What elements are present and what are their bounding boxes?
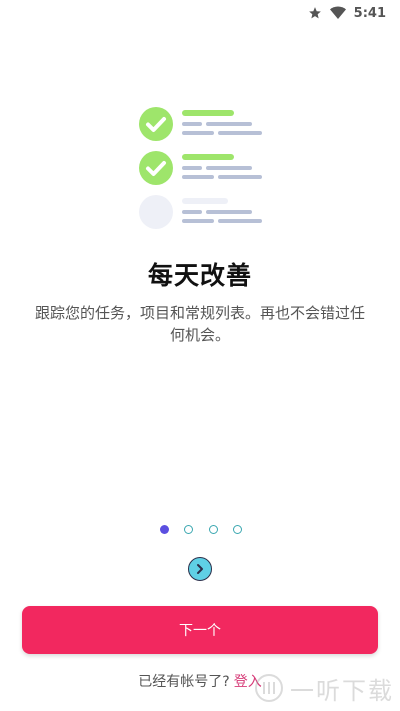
checklist-row-completed — [136, 104, 266, 142]
page-indicator — [160, 523, 242, 535]
watermark: 一听下载 — [254, 671, 394, 705]
next-arrow-button[interactable] — [188, 557, 212, 581]
page-description: 跟踪您的任务，项目和常规列表。再也不会错过任何机会。 — [34, 304, 365, 344]
onboarding-screen: 5:41 每天改善 跟踪您的任务，项目和常规列表。再也不会错过任何机会。 下一个… — [0, 0, 400, 711]
checklist-row-completed — [136, 148, 266, 186]
next-button-label: 下一个 — [179, 623, 221, 639]
login-prompt: 已经有帐号了? — [138, 674, 230, 690]
page-dot-active[interactable] — [160, 524, 169, 534]
check-circle-icon — [139, 107, 173, 141]
chevron-right-icon — [197, 564, 203, 574]
status-time: 5:41 — [353, 5, 386, 21]
status-bar: 5:41 — [0, 0, 400, 26]
empty-circle-icon — [139, 195, 173, 229]
page-dot[interactable] — [184, 524, 194, 534]
watermark-text: 一听下载 — [290, 676, 394, 705]
checklist-illustration — [136, 104, 266, 232]
page-dot[interactable] — [232, 524, 242, 534]
watermark-logo-icon — [255, 674, 283, 702]
page-dot[interactable] — [208, 524, 218, 534]
check-circle-icon — [139, 151, 173, 185]
star-icon — [308, 6, 322, 20]
next-button[interactable]: 下一个 — [22, 606, 378, 654]
wifi-icon — [329, 6, 346, 20]
page-title: 每天改善 — [147, 261, 252, 290]
checklist-row-pending — [136, 192, 266, 230]
